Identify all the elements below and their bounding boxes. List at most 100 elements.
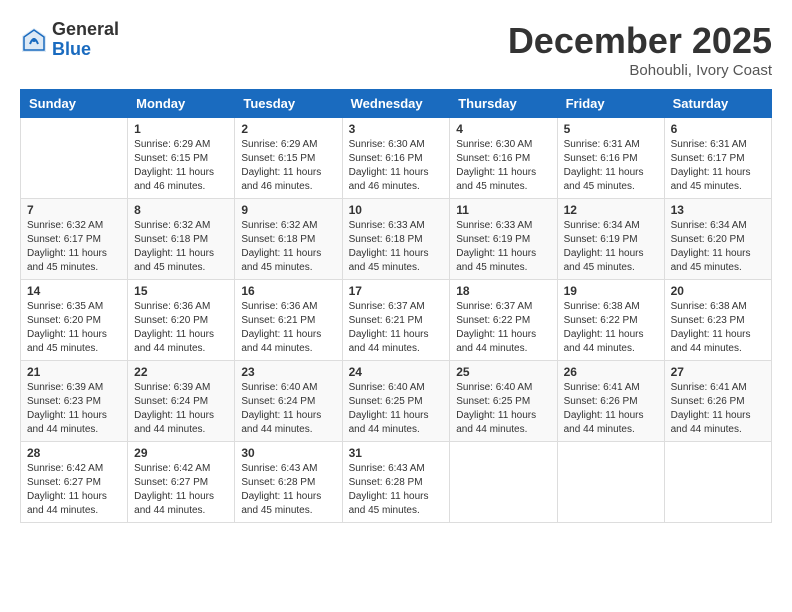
table-row [21,118,128,199]
day-number: 10 [349,203,444,217]
table-row: 2 Sunrise: 6:29 AMSunset: 6:15 PMDayligh… [235,118,342,199]
day-number: 31 [349,446,444,460]
day-info: Sunrise: 6:42 AMSunset: 6:27 PMDaylight:… [134,462,228,518]
logo-text: General Blue [52,20,119,60]
day-number: 4 [456,122,550,136]
day-info: Sunrise: 6:40 AMSunset: 6:25 PMDaylight:… [349,381,444,437]
logo-icon [20,26,48,54]
col-tuesday: Tuesday [235,90,342,118]
col-monday: Monday [128,90,235,118]
day-number: 20 [671,284,765,298]
calendar-week-row: 7 Sunrise: 6:32 AMSunset: 6:17 PMDayligh… [21,199,772,280]
table-row: 1 Sunrise: 6:29 AMSunset: 6:15 PMDayligh… [128,118,235,199]
day-info: Sunrise: 6:29 AMSunset: 6:15 PMDaylight:… [241,138,335,194]
day-info: Sunrise: 6:43 AMSunset: 6:28 PMDaylight:… [241,462,335,518]
day-number: 2 [241,122,335,136]
day-info: Sunrise: 6:39 AMSunset: 6:23 PMDaylight:… [27,381,121,437]
day-info: Sunrise: 6:32 AMSunset: 6:18 PMDaylight:… [134,219,228,275]
day-number: 30 [241,446,335,460]
location: Bohoubli, Ivory Coast [508,62,772,79]
table-row: 28 Sunrise: 6:42 AMSunset: 6:27 PMDaylig… [21,442,128,523]
day-info: Sunrise: 6:40 AMSunset: 6:24 PMDaylight:… [241,381,335,437]
table-row: 13 Sunrise: 6:34 AMSunset: 6:20 PMDaylig… [664,199,771,280]
day-info: Sunrise: 6:40 AMSunset: 6:25 PMDaylight:… [456,381,550,437]
day-info: Sunrise: 6:41 AMSunset: 6:26 PMDaylight:… [671,381,765,437]
day-info: Sunrise: 6:39 AMSunset: 6:24 PMDaylight:… [134,381,228,437]
day-number: 27 [671,365,765,379]
page-header: General Blue December 2025 Bohoubli, Ivo… [20,20,772,79]
day-number: 12 [564,203,658,217]
table-row [557,442,664,523]
month-title: December 2025 [508,20,772,62]
table-row: 9 Sunrise: 6:32 AMSunset: 6:18 PMDayligh… [235,199,342,280]
logo-blue: Blue [52,40,119,60]
calendar: Sunday Monday Tuesday Wednesday Thursday… [20,89,772,523]
day-info: Sunrise: 6:35 AMSunset: 6:20 PMDaylight:… [27,300,121,356]
table-row: 12 Sunrise: 6:34 AMSunset: 6:19 PMDaylig… [557,199,664,280]
col-friday: Friday [557,90,664,118]
day-number: 18 [456,284,550,298]
day-number: 3 [349,122,444,136]
day-info: Sunrise: 6:29 AMSunset: 6:15 PMDaylight:… [134,138,228,194]
table-row: 21 Sunrise: 6:39 AMSunset: 6:23 PMDaylig… [21,361,128,442]
day-number: 26 [564,365,658,379]
day-number: 8 [134,203,228,217]
calendar-header-row: Sunday Monday Tuesday Wednesday Thursday… [21,90,772,118]
table-row: 5 Sunrise: 6:31 AMSunset: 6:16 PMDayligh… [557,118,664,199]
day-info: Sunrise: 6:41 AMSunset: 6:26 PMDaylight:… [564,381,658,437]
day-number: 13 [671,203,765,217]
day-info: Sunrise: 6:38 AMSunset: 6:22 PMDaylight:… [564,300,658,356]
day-info: Sunrise: 6:31 AMSunset: 6:16 PMDaylight:… [564,138,658,194]
day-number: 28 [27,446,121,460]
day-info: Sunrise: 6:34 AMSunset: 6:19 PMDaylight:… [564,219,658,275]
table-row: 22 Sunrise: 6:39 AMSunset: 6:24 PMDaylig… [128,361,235,442]
day-number: 17 [349,284,444,298]
table-row: 30 Sunrise: 6:43 AMSunset: 6:28 PMDaylig… [235,442,342,523]
table-row: 24 Sunrise: 6:40 AMSunset: 6:25 PMDaylig… [342,361,450,442]
table-row: 25 Sunrise: 6:40 AMSunset: 6:25 PMDaylig… [450,361,557,442]
table-row: 11 Sunrise: 6:33 AMSunset: 6:19 PMDaylig… [450,199,557,280]
calendar-week-row: 14 Sunrise: 6:35 AMSunset: 6:20 PMDaylig… [21,280,772,361]
day-info: Sunrise: 6:42 AMSunset: 6:27 PMDaylight:… [27,462,121,518]
day-info: Sunrise: 6:33 AMSunset: 6:19 PMDaylight:… [456,219,550,275]
day-info: Sunrise: 6:36 AMSunset: 6:20 PMDaylight:… [134,300,228,356]
col-thursday: Thursday [450,90,557,118]
day-number: 22 [134,365,228,379]
title-block: December 2025 Bohoubli, Ivory Coast [508,20,772,79]
table-row: 23 Sunrise: 6:40 AMSunset: 6:24 PMDaylig… [235,361,342,442]
day-number: 9 [241,203,335,217]
day-number: 5 [564,122,658,136]
table-row [664,442,771,523]
table-row: 16 Sunrise: 6:36 AMSunset: 6:21 PMDaylig… [235,280,342,361]
logo-general: General [52,20,119,40]
day-number: 15 [134,284,228,298]
day-number: 11 [456,203,550,217]
table-row: 15 Sunrise: 6:36 AMSunset: 6:20 PMDaylig… [128,280,235,361]
day-number: 7 [27,203,121,217]
day-number: 6 [671,122,765,136]
col-saturday: Saturday [664,90,771,118]
table-row: 27 Sunrise: 6:41 AMSunset: 6:26 PMDaylig… [664,361,771,442]
day-info: Sunrise: 6:36 AMSunset: 6:21 PMDaylight:… [241,300,335,356]
day-info: Sunrise: 6:37 AMSunset: 6:21 PMDaylight:… [349,300,444,356]
day-number: 23 [241,365,335,379]
day-info: Sunrise: 6:32 AMSunset: 6:17 PMDaylight:… [27,219,121,275]
day-info: Sunrise: 6:38 AMSunset: 6:23 PMDaylight:… [671,300,765,356]
table-row: 19 Sunrise: 6:38 AMSunset: 6:22 PMDaylig… [557,280,664,361]
day-info: Sunrise: 6:31 AMSunset: 6:17 PMDaylight:… [671,138,765,194]
day-number: 24 [349,365,444,379]
table-row: 8 Sunrise: 6:32 AMSunset: 6:18 PMDayligh… [128,199,235,280]
col-wednesday: Wednesday [342,90,450,118]
day-number: 19 [564,284,658,298]
col-sunday: Sunday [21,90,128,118]
table-row: 7 Sunrise: 6:32 AMSunset: 6:17 PMDayligh… [21,199,128,280]
day-number: 1 [134,122,228,136]
day-info: Sunrise: 6:30 AMSunset: 6:16 PMDaylight:… [456,138,550,194]
day-info: Sunrise: 6:34 AMSunset: 6:20 PMDaylight:… [671,219,765,275]
table-row: 4 Sunrise: 6:30 AMSunset: 6:16 PMDayligh… [450,118,557,199]
day-number: 25 [456,365,550,379]
table-row: 26 Sunrise: 6:41 AMSunset: 6:26 PMDaylig… [557,361,664,442]
table-row: 10 Sunrise: 6:33 AMSunset: 6:18 PMDaylig… [342,199,450,280]
calendar-week-row: 28 Sunrise: 6:42 AMSunset: 6:27 PMDaylig… [21,442,772,523]
table-row: 29 Sunrise: 6:42 AMSunset: 6:27 PMDaylig… [128,442,235,523]
